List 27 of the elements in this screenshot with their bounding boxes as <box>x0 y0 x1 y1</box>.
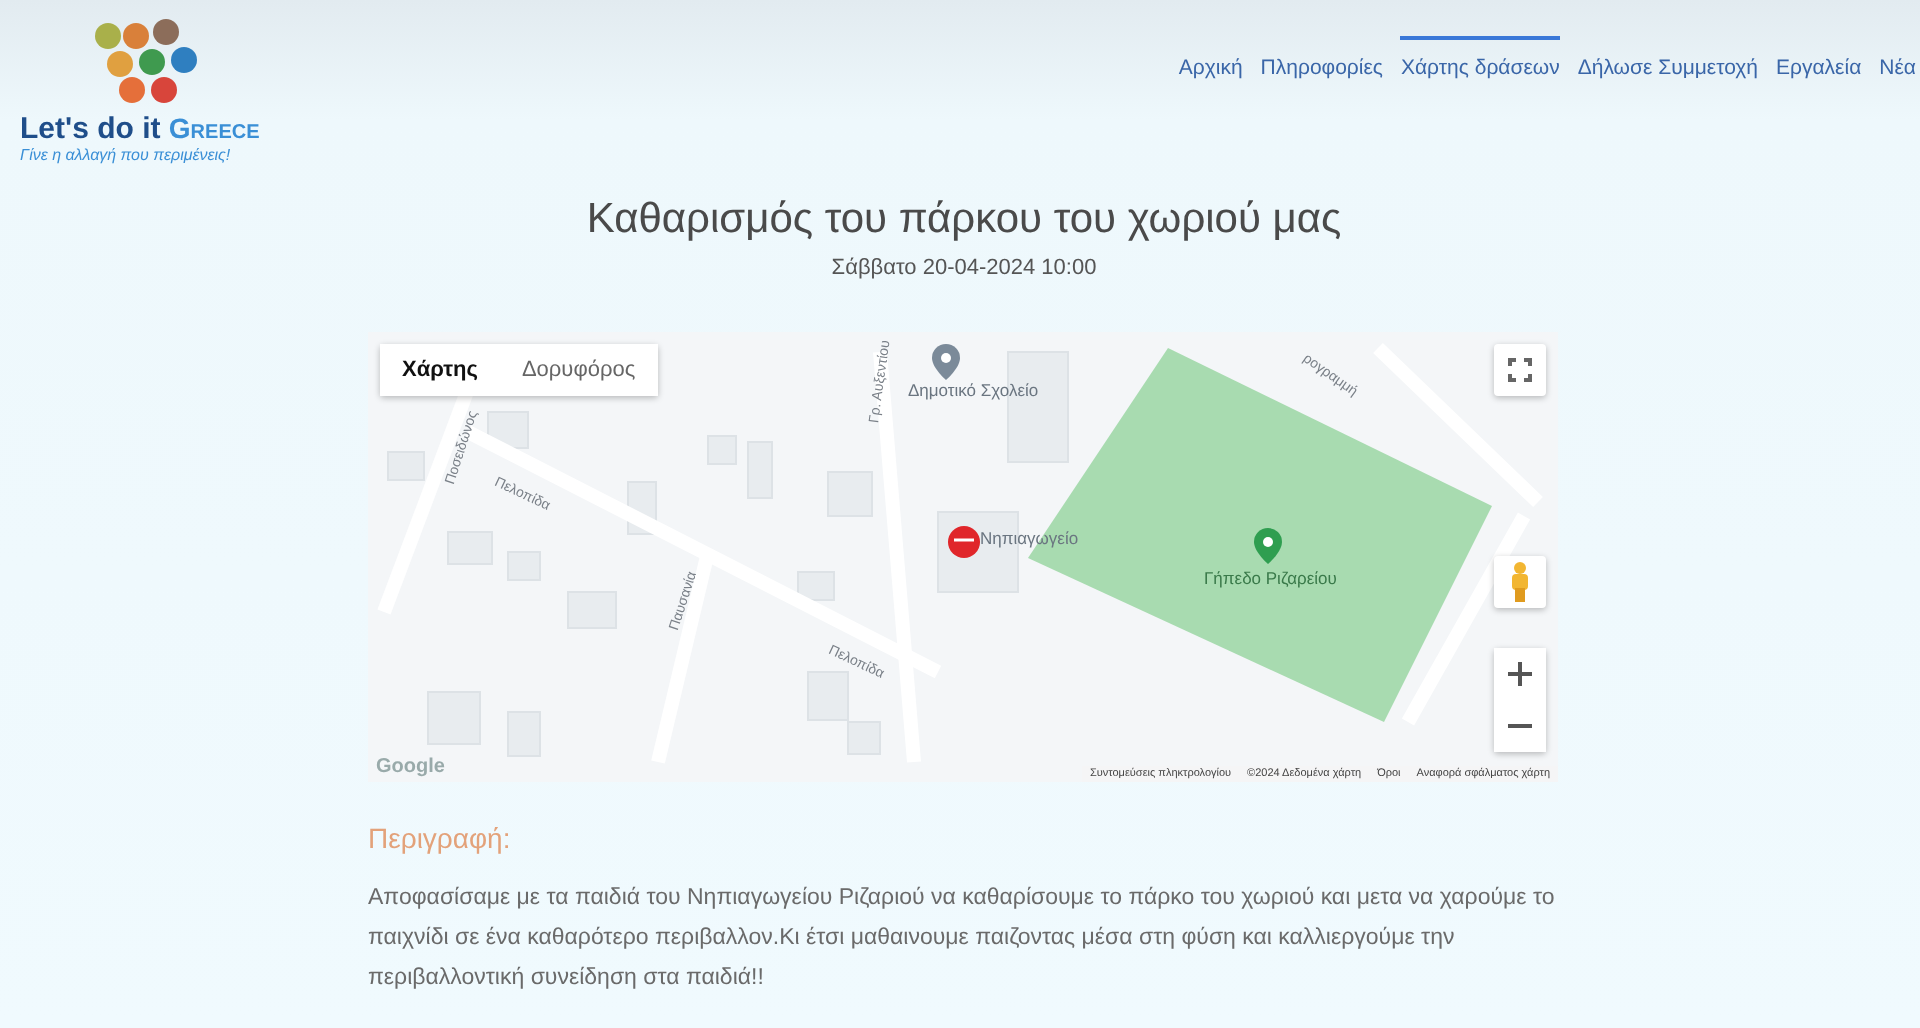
event-marker-icon <box>948 526 980 558</box>
logo-wordmark: Let's do it Greece <box>20 112 260 146</box>
nav-link[interactable]: Νέα <box>1879 36 1916 88</box>
map-pin-icon <box>932 344 960 380</box>
description-heading: Περιγραφή: <box>368 822 513 854</box>
nav-link[interactable]: Χάρτης δράσεων <box>1400 36 1560 88</box>
zoom-out-button[interactable] <box>1494 700 1546 752</box>
map-type-tab[interactable]: Χάρτης <box>380 344 500 396</box>
logo-tagline: Γίνε η αλλαγή που περιμένεις! <box>20 146 231 164</box>
plus-icon <box>1508 662 1532 686</box>
map-provider-logo: Google <box>376 756 445 778</box>
fullscreen-icon <box>1508 358 1532 382</box>
nav-link[interactable]: Εργαλεία <box>1776 36 1862 88</box>
map-pin-icon <box>1254 528 1282 564</box>
event-title: Καθαρισμός του πάρκου του χωριού μας <box>584 196 1344 244</box>
nav-link[interactable]: Πληροφορίες <box>1260 36 1383 88</box>
event-datetime: Σάββατο 20-04-2024 10:00 <box>829 256 1099 280</box>
description-text: Αποφασίσαμε με τα παιδιά του Νηπιαγωγείου Ριζαριού να καθαρίσουμε το πάρκο του χωριού και μετα να χαρούμε το παιχνίδι σε ένα καθαρότερο περιβαλλον.Κι έτσι μαθαινουμε παιζοντας μέσα στη φύση και καλλιεργούμε την περιβαλλοντική συνείδηση στα παιδιά!! <box>368 884 1557 994</box>
nav-link[interactable]: Δήλωσε Συμμετοχή <box>1577 36 1759 88</box>
map-type-tab[interactable]: Δορυφόρος <box>499 344 658 396</box>
pegman-icon <box>1510 562 1530 602</box>
place-label: Νηπιαγωγείο <box>980 528 1079 548</box>
place-label: Γήπεδο Ριζαρείου <box>1204 568 1337 588</box>
zoom-in-button[interactable] <box>1494 648 1546 700</box>
fullscreen-button[interactable] <box>1494 344 1546 396</box>
place-label: Δημοτικό Σχολείο <box>908 380 1039 400</box>
nav-link[interactable]: Αρχική <box>1178 36 1243 88</box>
